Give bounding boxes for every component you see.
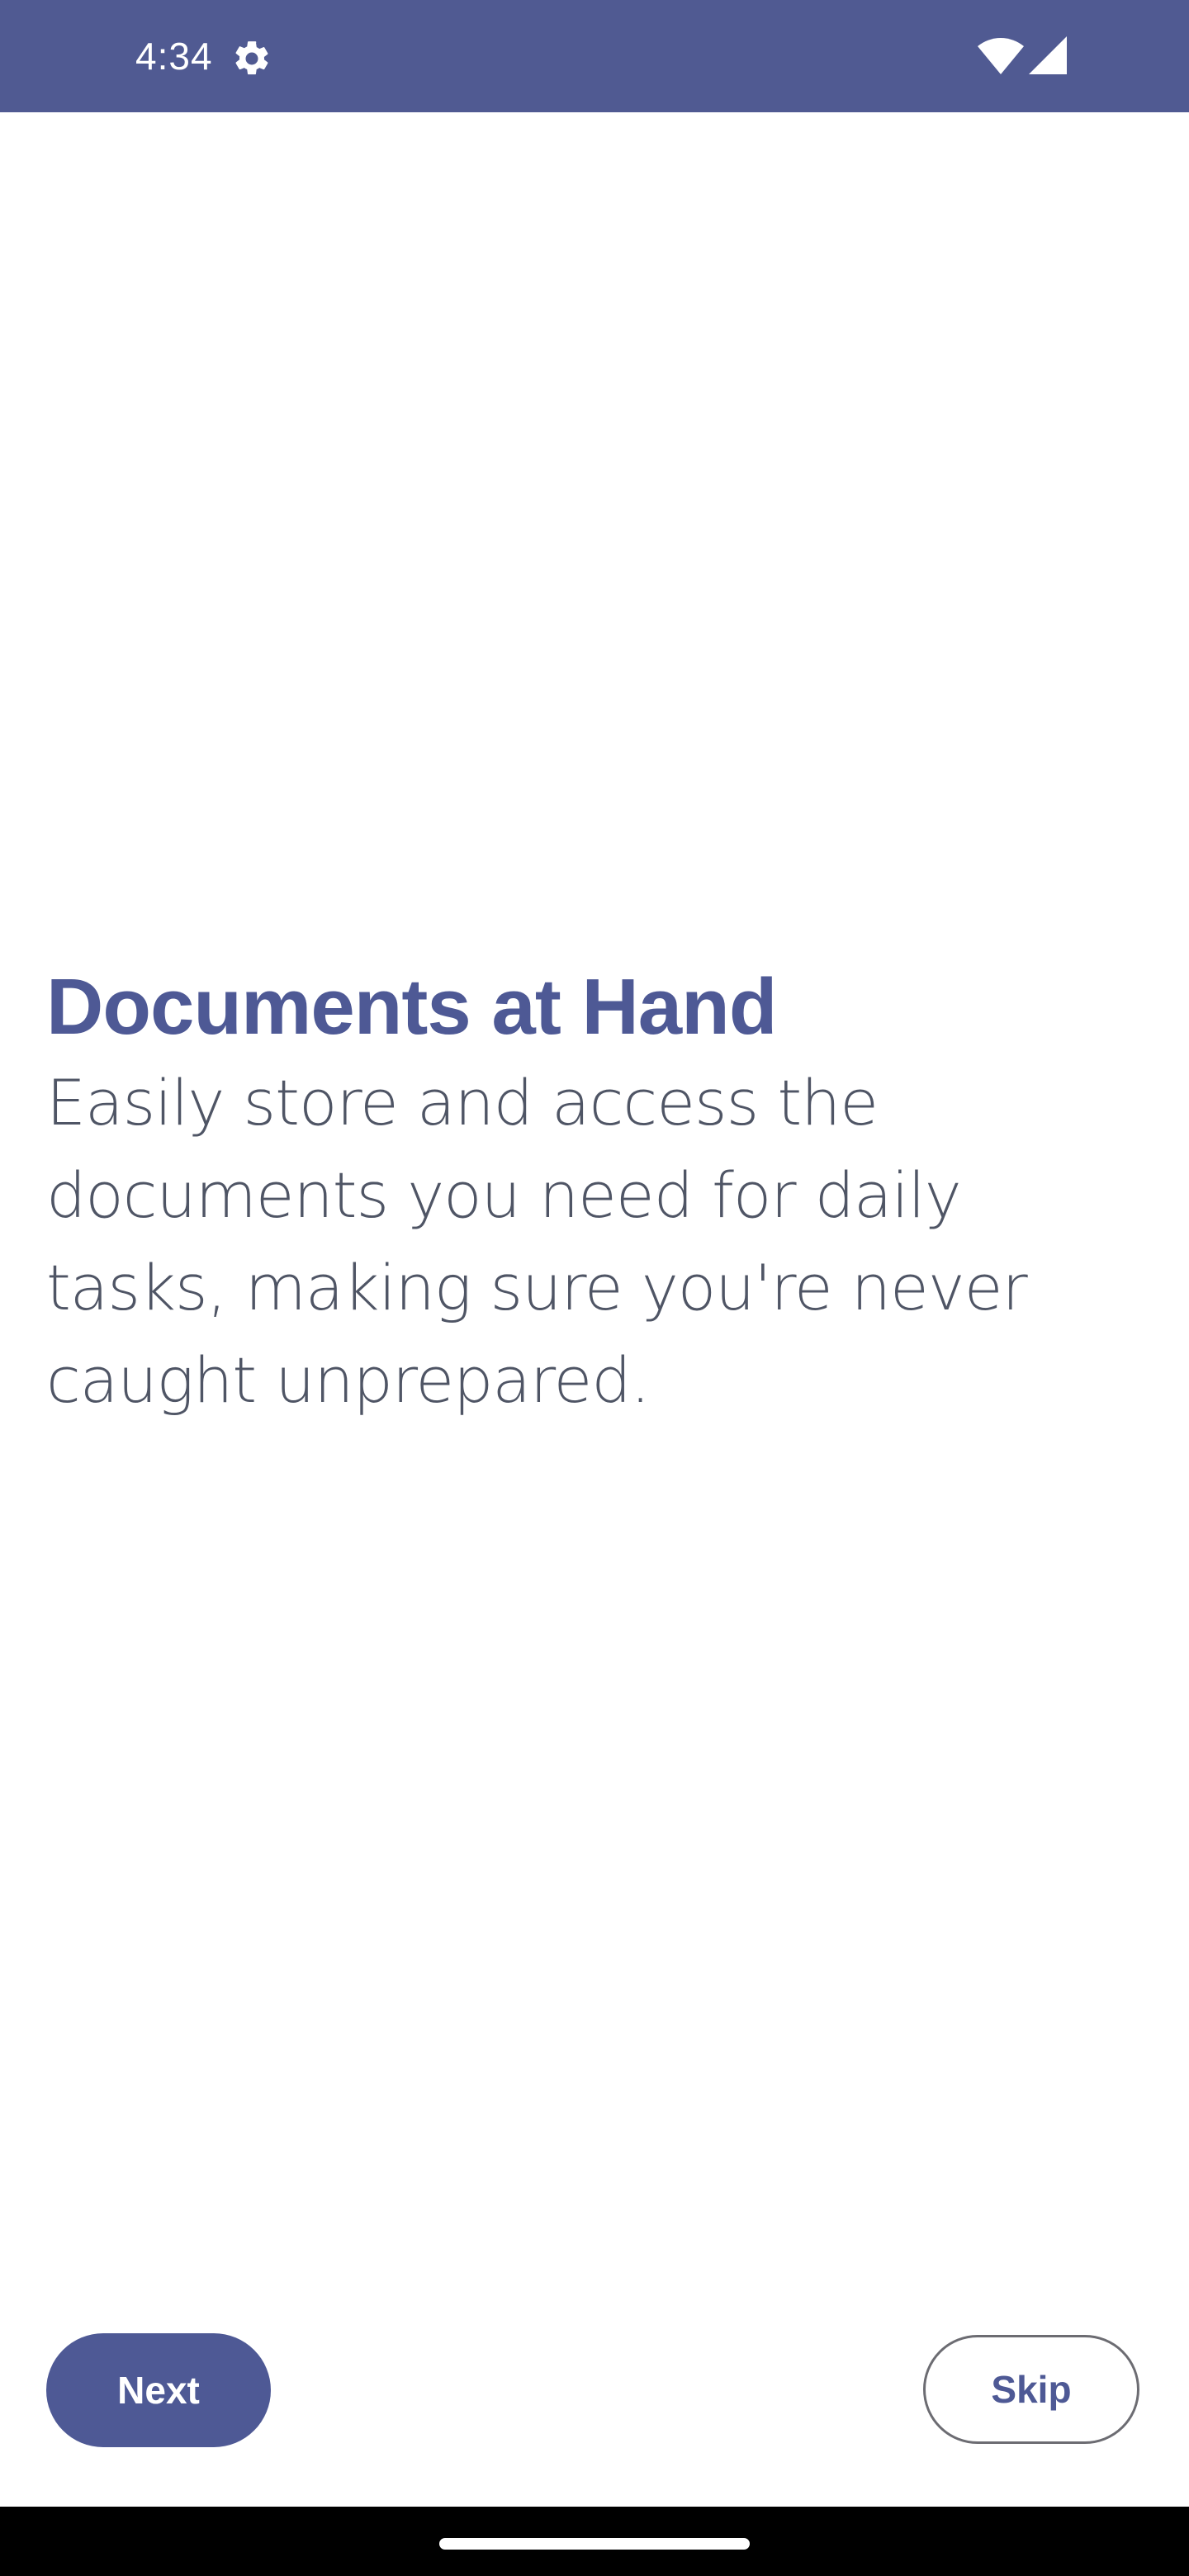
navigation-bar xyxy=(0,2507,1189,2576)
onboarding-content: Documents at Hand Easily store and acces… xyxy=(46,958,1153,1427)
onboarding-description: Easily store and access the documents yo… xyxy=(46,1066,1028,1417)
cell-signal-icon xyxy=(1029,36,1067,74)
wifi-icon xyxy=(978,38,1024,74)
status-time: 4:34 xyxy=(135,35,213,78)
next-button[interactable]: Next xyxy=(46,2333,271,2447)
status-bar: 4:34 xyxy=(0,0,1189,112)
gear-icon xyxy=(231,38,272,79)
onboarding-title: Documents at Hand xyxy=(46,963,777,1051)
skip-button[interactable]: Skip xyxy=(923,2335,1139,2444)
home-indicator[interactable] xyxy=(439,2538,750,2550)
